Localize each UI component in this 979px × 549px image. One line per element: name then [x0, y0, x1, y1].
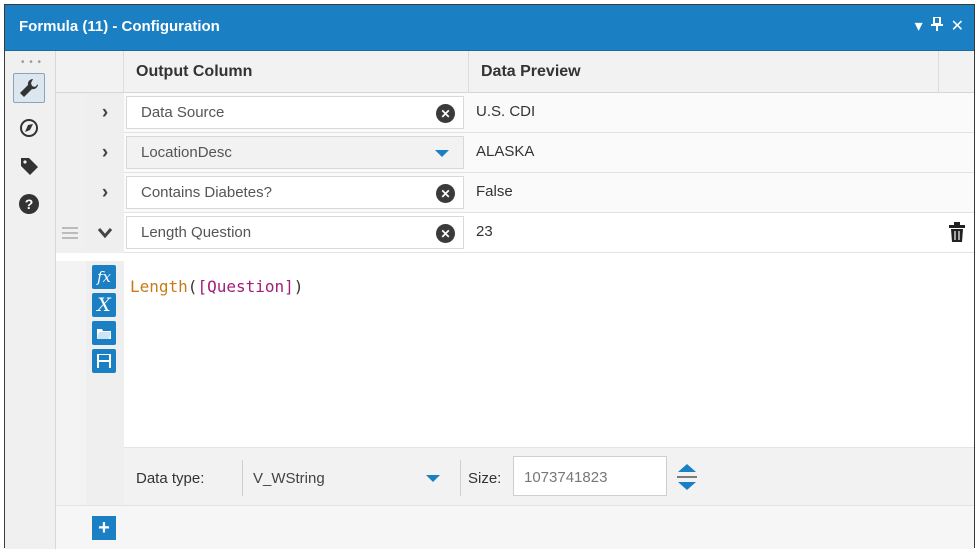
- editor-button-gutter: fx X: [86, 261, 124, 515]
- clear-icon[interactable]: ✕: [436, 104, 455, 123]
- close-icon[interactable]: ✕: [951, 16, 964, 36]
- variable-icon[interactable]: X: [92, 293, 116, 317]
- chevron-right-icon: ›: [101, 182, 109, 203]
- trash-icon[interactable]: [948, 221, 966, 247]
- data-type-label: Data type:: [136, 470, 205, 487]
- table-row: › Data Source ✕ U.S. CDI: [56, 93, 974, 133]
- row-handle: [56, 173, 86, 213]
- expression-close-paren: ): [293, 277, 304, 296]
- spin-down-icon[interactable]: [678, 482, 696, 490]
- expression-field: [Question]: [197, 277, 294, 296]
- header-end: [939, 51, 974, 93]
- dropdown-arrow-icon[interactable]: [435, 150, 449, 157]
- chevron-right-icon: ›: [101, 102, 109, 123]
- output-field[interactable]: Length Question ✕: [126, 216, 464, 249]
- expression-text[interactable]: Length([Question]): [130, 277, 303, 296]
- size-label: Size:: [468, 470, 502, 487]
- expand-row-button[interactable]: ›: [86, 93, 124, 133]
- open-folder-icon[interactable]: [92, 321, 116, 345]
- divider: [460, 460, 461, 496]
- row-handle: [56, 93, 86, 133]
- output-field[interactable]: Data Source ✕: [126, 96, 464, 129]
- help-icon[interactable]: ?: [13, 189, 45, 219]
- data-type-value: V_WString: [253, 470, 325, 487]
- title-bar: Formula (11) - Configuration ▾ ✕: [5, 5, 974, 51]
- expression-function: Length: [130, 277, 188, 296]
- expression-editor[interactable]: Length([Question]): [124, 261, 974, 447]
- chevron-down-icon[interactable]: ▾: [915, 16, 923, 36]
- clear-icon[interactable]: ✕: [436, 184, 455, 203]
- formula-configuration-window: Formula (11) - Configuration ▾ ✕ • • • ?…: [4, 4, 975, 549]
- chevron-down-icon: [97, 228, 113, 239]
- data-type-select[interactable]: V_WString: [242, 460, 454, 496]
- save-icon[interactable]: [92, 349, 116, 373]
- chevron-right-icon: ›: [101, 142, 109, 163]
- output-field-text: Data Source: [141, 104, 225, 121]
- row-handle: [56, 133, 86, 173]
- preview-value: U.S. CDI: [476, 103, 536, 120]
- drag-handle[interactable]: [56, 213, 86, 253]
- expand-row-button[interactable]: ›: [86, 173, 124, 213]
- window-title: Formula (11) - Configuration: [19, 18, 220, 35]
- data-preview-header[interactable]: Data Preview: [469, 51, 939, 93]
- header-spacer: [56, 51, 124, 93]
- preview-value: ALASKA: [476, 143, 535, 160]
- preview-value: False: [476, 183, 513, 200]
- size-spinner[interactable]: [672, 460, 702, 496]
- formula-grid: Output Column Data Preview › Data Source…: [56, 51, 974, 549]
- left-toolbar: • • • ?: [5, 51, 56, 549]
- preview-value: 23: [476, 223, 493, 240]
- svg-text:?: ?: [25, 196, 34, 212]
- grip-dots-icon: • • •: [21, 57, 43, 68]
- table-row: › LocationDesc ALASKA: [56, 133, 974, 173]
- chevron-down-icon: [426, 475, 440, 482]
- wrench-icon[interactable]: [13, 73, 45, 103]
- output-column-header[interactable]: Output Column: [124, 51, 469, 93]
- table-row-selected: Length Question ✕ 23: [56, 213, 974, 253]
- output-field-select[interactable]: LocationDesc: [126, 136, 464, 169]
- output-field-text: Contains Diabetes?: [141, 184, 272, 201]
- clear-icon[interactable]: ✕: [436, 224, 455, 243]
- collapse-row-button[interactable]: [86, 213, 124, 253]
- size-input[interactable]: 1073741823: [513, 456, 667, 496]
- title-controls: ▾ ✕: [915, 15, 964, 36]
- expression-open-paren: (: [187, 277, 198, 296]
- expand-row-button[interactable]: ›: [86, 133, 124, 173]
- add-field-button[interactable]: +: [92, 516, 116, 540]
- fx-icon[interactable]: fx: [92, 265, 116, 289]
- output-field-text: Length Question: [141, 224, 252, 241]
- compass-icon[interactable]: [13, 113, 45, 143]
- output-field[interactable]: Contains Diabetes? ✕: [126, 176, 464, 209]
- output-field-text: LocationDesc: [141, 144, 232, 161]
- spin-up-icon[interactable]: [678, 464, 696, 472]
- spin-divider: [677, 476, 697, 478]
- pin-icon[interactable]: [930, 15, 943, 36]
- table-row: › Contains Diabetes? ✕ False: [56, 173, 974, 213]
- tag-icon[interactable]: [13, 151, 45, 181]
- add-row-bar: +: [56, 505, 974, 549]
- data-type-bar: Data type: V_WString Size: 1073741823: [124, 447, 974, 505]
